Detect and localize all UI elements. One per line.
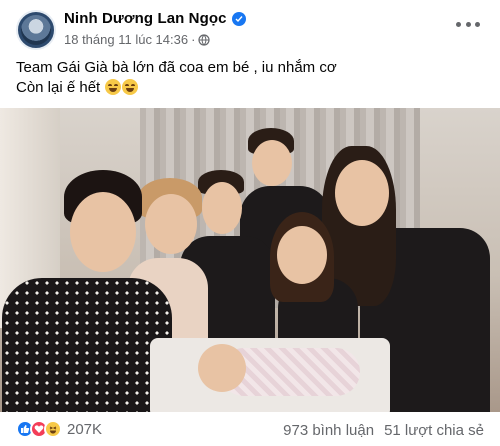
post-header: Ninh Dương Lan Ngọc 18 tháng 11 lúc 14:3… [0,0,500,52]
author-avatar[interactable] [16,10,56,50]
post-caption: Team Gái Già bà lớn đã coa em bé , iu nh… [16,58,486,98]
reaction-count[interactable]: 207K [67,421,102,438]
reaction-summary[interactable]: 207K [16,420,102,438]
caption-line-2: Còn lại ế hết [16,78,486,98]
engagement-stats: 973 bình luận 51 lượt chia sẻ [283,422,484,439]
author-row: Ninh Dương Lan Ngọc [64,10,246,27]
rolling-laughing-emoji-icon [105,79,122,95]
share-count[interactable]: 51 lượt chia sẻ [384,422,484,439]
caption-line-2-text: Còn lại ế hết [16,79,101,96]
post-photo[interactable] [0,108,500,412]
more-options-icon[interactable] [456,16,480,32]
globe-icon[interactable] [198,33,211,46]
verified-badge-icon [231,11,246,26]
post-meta: 18 tháng 11 lúc 14:36 · [64,32,211,47]
meta-separator: · [191,32,196,47]
caption-line-1: Team Gái Già bà lớn đã coa em bé , iu nh… [16,59,337,76]
rolling-laughing-emoji-icon [122,79,139,95]
comment-count[interactable]: 973 bình luận [283,422,374,439]
haha-reaction-icon [44,420,62,438]
author-name[interactable]: Ninh Dương Lan Ngọc [64,10,227,27]
post-timestamp[interactable]: 18 tháng 11 lúc 14:36 [64,32,188,47]
post-footer: 207K 973 bình luận 51 lượt chia sẻ [0,414,500,446]
